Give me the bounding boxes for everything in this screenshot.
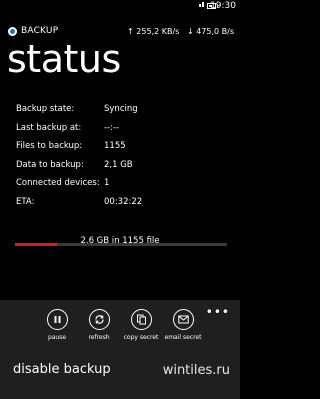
info-label: Files to backup: <box>16 141 83 151</box>
info-label: ETA: <box>16 196 35 207</box>
refresh-button[interactable]: refresh <box>79 309 119 341</box>
info-label: Last backup at: <box>16 122 82 133</box>
info-label: Connected devices: <box>16 178 100 188</box>
info-value: 00:32:22 <box>104 196 143 207</box>
info-label: Data to backup: <box>16 159 84 170</box>
refresh-label: refresh <box>88 334 110 341</box>
clock: 19:30 <box>210 1 236 11</box>
page-title: status <box>7 37 121 81</box>
app-logo-icon <box>8 27 17 36</box>
progress-fill <box>15 243 58 246</box>
app-name: BACKUP <box>21 26 59 36</box>
watermark: wintiles.ru <box>162 363 230 378</box>
upload-speed: ↑ 255,2 KB/s <box>127 27 180 36</box>
copy-secret-button[interactable]: copy secret <box>121 309 161 341</box>
system-status-bar: 19:30 <box>0 0 240 14</box>
pause-label: pause <box>47 334 67 341</box>
download-speed: ↓ 475,0 B/s <box>186 27 234 36</box>
backup-info-list: Backup state: Syncing Last backup at: --… <box>16 104 226 215</box>
menu-item-disable-backup[interactable]: disable backup <box>13 362 111 377</box>
info-row-eta: ETA: 00:32:22 <box>16 197 226 216</box>
info-value: Syncing <box>104 104 138 114</box>
copy-secret-label: copy secret <box>123 334 159 341</box>
info-row-backup-state: Backup state: Syncing <box>16 104 226 123</box>
info-row-last-backup: Last backup at: --:-- <box>16 123 226 142</box>
more-options-icon[interactable]: ••• <box>206 306 230 318</box>
info-row-files-to-backup: Files to backup: 1155 <box>16 141 226 160</box>
info-value: 1155 <box>104 141 126 151</box>
info-label: Backup state: <box>16 104 75 114</box>
info-value: --:-- <box>104 122 120 133</box>
progress-bar <box>15 243 227 246</box>
email-secret-label: email secret <box>164 334 202 341</box>
refresh-icon <box>88 309 110 330</box>
info-row-connected-devices: Connected devices: 1 <box>16 178 226 197</box>
info-value: 2,1 GB <box>104 159 133 170</box>
info-value: 1 <box>104 178 110 188</box>
pause-icon <box>46 309 68 330</box>
pause-button[interactable]: pause <box>37 309 77 341</box>
email-secret-button[interactable]: email secret <box>163 309 203 341</box>
signal-icon <box>199 2 204 7</box>
email-icon <box>172 309 194 330</box>
transfer-speeds: ↑ 255,2 KB/s ↓ 475,0 B/s <box>127 27 234 36</box>
info-row-data-to-backup: Data to backup: 2,1 GB <box>16 160 226 179</box>
app-bar <box>0 300 240 399</box>
copy-icon <box>130 309 152 330</box>
